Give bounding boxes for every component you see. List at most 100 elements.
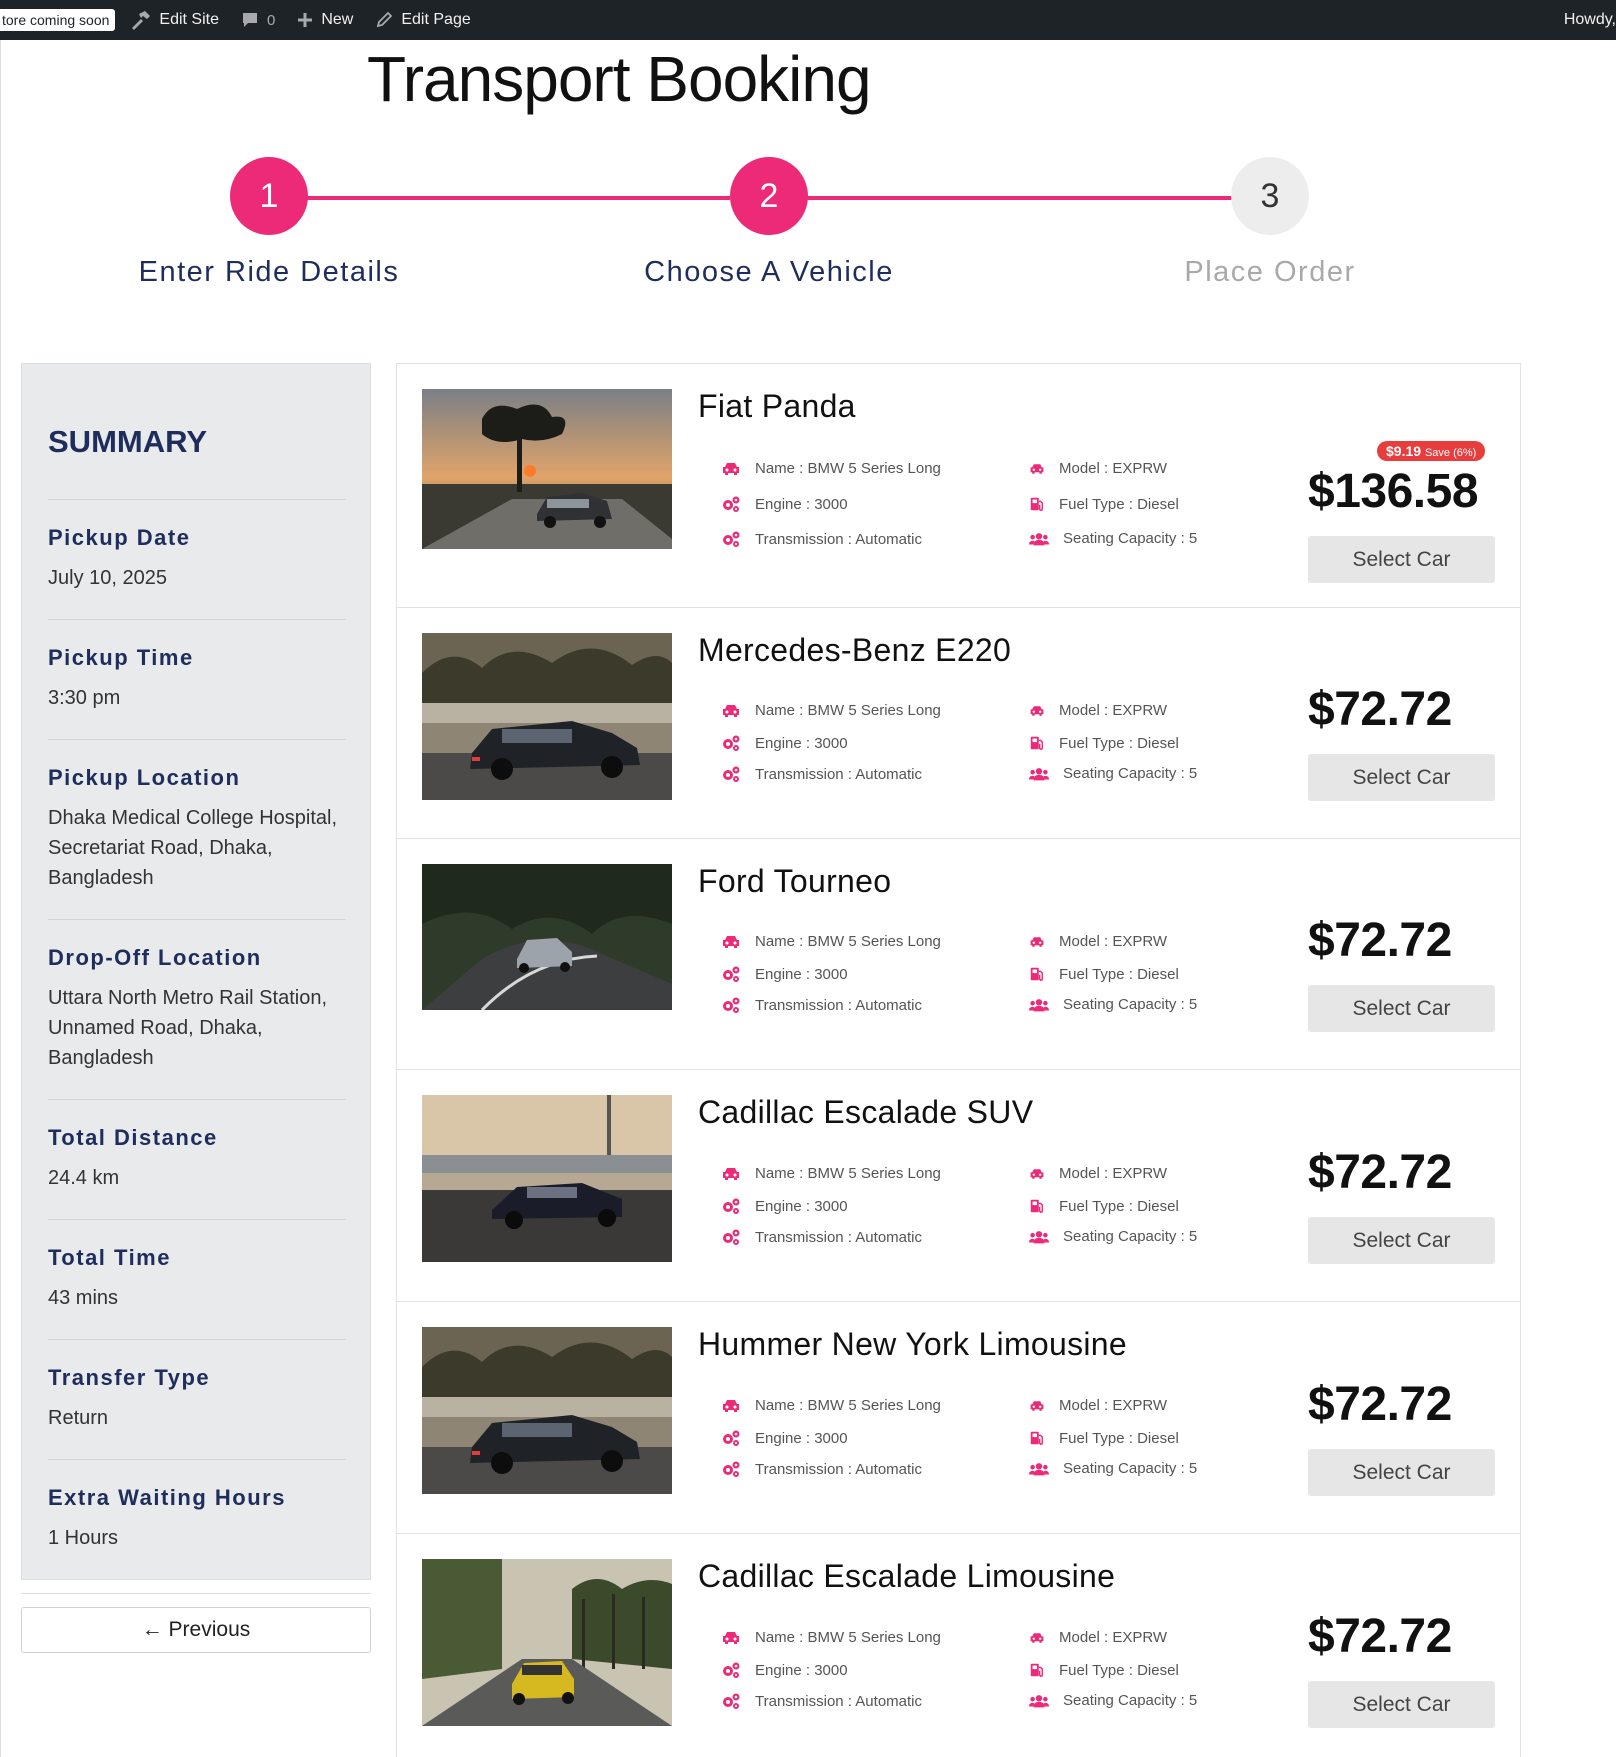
spec-transmission-text: Transmission : Automatic: [755, 1692, 922, 1710]
spec-fuel: Fuel Type : Diesel: [1029, 734, 1179, 752]
summary-label-pickup-location: Pickup Location: [48, 765, 241, 790]
users-icon: [1029, 766, 1049, 782]
save-amount: $9.19: [1386, 443, 1422, 459]
cogs-icon: [721, 965, 741, 983]
summary-divider: [48, 739, 346, 740]
spec-fuel: Fuel Type : Diesel: [1029, 965, 1179, 983]
car-icon: [1029, 1166, 1045, 1182]
step-1-circle[interactable]: 1: [230, 157, 308, 235]
vehicle-name: Cadillac Escalade Limousine: [698, 1558, 1116, 1594]
spec-name: Name : BMW 5 Series Long: [721, 702, 941, 719]
store-coming-soon-badge[interactable]: tore coming soon: [0, 9, 116, 31]
summary-divider: [48, 1339, 346, 1340]
vehicle-card: Ford Tourneo Name : BMW 5 Series Long En…: [397, 839, 1520, 1070]
car-icon: [721, 934, 741, 950]
comments-count: 0: [267, 11, 276, 29]
spec-seating: Seating Capacity : 5: [1029, 1460, 1197, 1477]
select-car-button[interactable]: Select Car: [1308, 985, 1495, 1032]
previous-button[interactable]: ← Previous: [21, 1607, 371, 1653]
hammer-icon: [132, 11, 151, 30]
comments-link[interactable]: 0: [241, 11, 275, 29]
vehicle-image: [422, 1327, 672, 1494]
spec-model: Model : EXPRW: [1029, 933, 1167, 950]
spec-name: Name : BMW 5 Series Long: [721, 1629, 941, 1646]
spec-transmission-text: Transmission : Automatic: [755, 765, 922, 783]
spec-model-text: Model : EXPRW: [1059, 1629, 1168, 1646]
step-3-circle[interactable]: 3: [1231, 157, 1309, 235]
spec-engine-text: Engine : 3000: [755, 1661, 848, 1679]
select-car-button[interactable]: Select Car: [1308, 1449, 1495, 1496]
select-car-button[interactable]: Select Car: [1308, 1217, 1495, 1264]
summary-value-pickup-date: July 10, 2025: [48, 567, 167, 589]
spec-seating-text: Seating Capacity : 5: [1063, 1692, 1198, 1709]
save-badge: $9.19 Save (6%): [1377, 441, 1486, 461]
summary-label-transfer-type: Transfer Type: [48, 1365, 211, 1390]
cogs-icon: [721, 1692, 741, 1710]
step-2-label: Choose A Vehicle: [644, 256, 894, 288]
previous-separator: [21, 1593, 371, 1594]
spec-transmission: Transmission : Automatic: [721, 1460, 922, 1478]
fuel-pump-icon: [1029, 965, 1045, 983]
spec-engine: Engine : 3000: [721, 965, 848, 983]
select-car-button[interactable]: Select Car: [1308, 536, 1495, 583]
spec-seating-text: Seating Capacity : 5: [1063, 765, 1198, 782]
spec-model-text: Model : EXPRW: [1059, 1165, 1168, 1182]
spec-fuel-text: Fuel Type : Diesel: [1059, 1429, 1179, 1447]
spec-transmission: Transmission : Automatic: [721, 1692, 922, 1710]
pencil-icon: [377, 11, 393, 28]
spec-engine-text: Engine : 3000: [755, 734, 848, 752]
spec-seating-text: Seating Capacity : 5: [1063, 996, 1198, 1013]
step-2-circle[interactable]: 2: [730, 157, 808, 235]
summary-value-pickup-time: 3:30 pm: [48, 687, 121, 709]
summary-label-extra-waiting-hours: Extra Waiting Hours: [48, 1485, 286, 1510]
howdy-user-menu[interactable]: Howdy,: [1564, 0, 1616, 40]
spec-fuel-text: Fuel Type : Diesel: [1059, 1661, 1179, 1679]
plus-icon: [298, 13, 313, 27]
cogs-icon: [721, 996, 741, 1014]
vehicle-list: Fiat Panda Name : BMW 5 Series Long Engi…: [396, 363, 1521, 1757]
spec-transmission-text: Transmission : Automatic: [755, 1228, 922, 1246]
select-car-button[interactable]: Select Car: [1308, 754, 1495, 801]
cogs-icon: [721, 1228, 741, 1246]
summary-label-pickup-time: Pickup Time: [48, 645, 194, 670]
cogs-icon: [721, 765, 741, 783]
spec-fuel-text: Fuel Type : Diesel: [1059, 495, 1179, 513]
spec-model: Model : EXPRW: [1029, 460, 1167, 477]
summary-value-extra-waiting-hours: 1 Hours: [48, 1527, 119, 1549]
vehicle-card: Mercedes-Benz E220 Name : BMW 5 Series L…: [397, 608, 1520, 839]
summary-value-total-distance: 24.4 km: [48, 1167, 120, 1189]
summary-divider: [48, 1099, 346, 1100]
edit-site-link[interactable]: Edit Site: [129, 10, 219, 30]
spec-seating-text: Seating Capacity : 5: [1063, 1460, 1198, 1477]
booking-summary-panel: SUMMARY Pickup Date July 10, 2025 Pickup…: [21, 363, 371, 1580]
car-icon: [721, 1630, 741, 1646]
vehicle-name: Fiat Panda: [698, 388, 856, 424]
vehicle-image: [422, 1095, 672, 1262]
car-icon: [721, 703, 741, 719]
spec-name-text: Name : BMW 5 Series Long: [755, 460, 941, 477]
car-icon: [1029, 1630, 1045, 1646]
spec-name-text: Name : BMW 5 Series Long: [755, 1629, 941, 1646]
step-1-label: Enter Ride Details: [138, 256, 400, 288]
users-icon: [1029, 531, 1049, 547]
spec-name: Name : BMW 5 Series Long: [721, 933, 941, 950]
spec-name-text: Name : BMW 5 Series Long: [755, 933, 941, 950]
new-label: New: [321, 11, 354, 28]
summary-label-total-time: Total Time: [48, 1245, 171, 1270]
cogs-icon: [721, 495, 741, 513]
cogs-icon: [721, 1429, 741, 1447]
cogs-icon: [721, 734, 741, 752]
spec-name: Name : BMW 5 Series Long: [721, 460, 941, 477]
new-link[interactable]: New: [297, 11, 353, 29]
comment-icon: [243, 13, 257, 27]
fuel-pump-icon: [1029, 1661, 1045, 1679]
select-car-button[interactable]: Select Car: [1308, 1681, 1495, 1728]
spec-transmission-text: Transmission : Automatic: [755, 530, 922, 548]
spec-engine-text: Engine : 3000: [755, 965, 848, 983]
edit-page-link[interactable]: Edit Page: [375, 11, 471, 29]
spec-transmission: Transmission : Automatic: [721, 530, 922, 548]
vehicle-price: $72.72: [1308, 683, 1452, 736]
car-icon: [1029, 461, 1045, 477]
step-1-number: 1: [259, 176, 279, 215]
vehicle-image: [422, 1559, 672, 1726]
